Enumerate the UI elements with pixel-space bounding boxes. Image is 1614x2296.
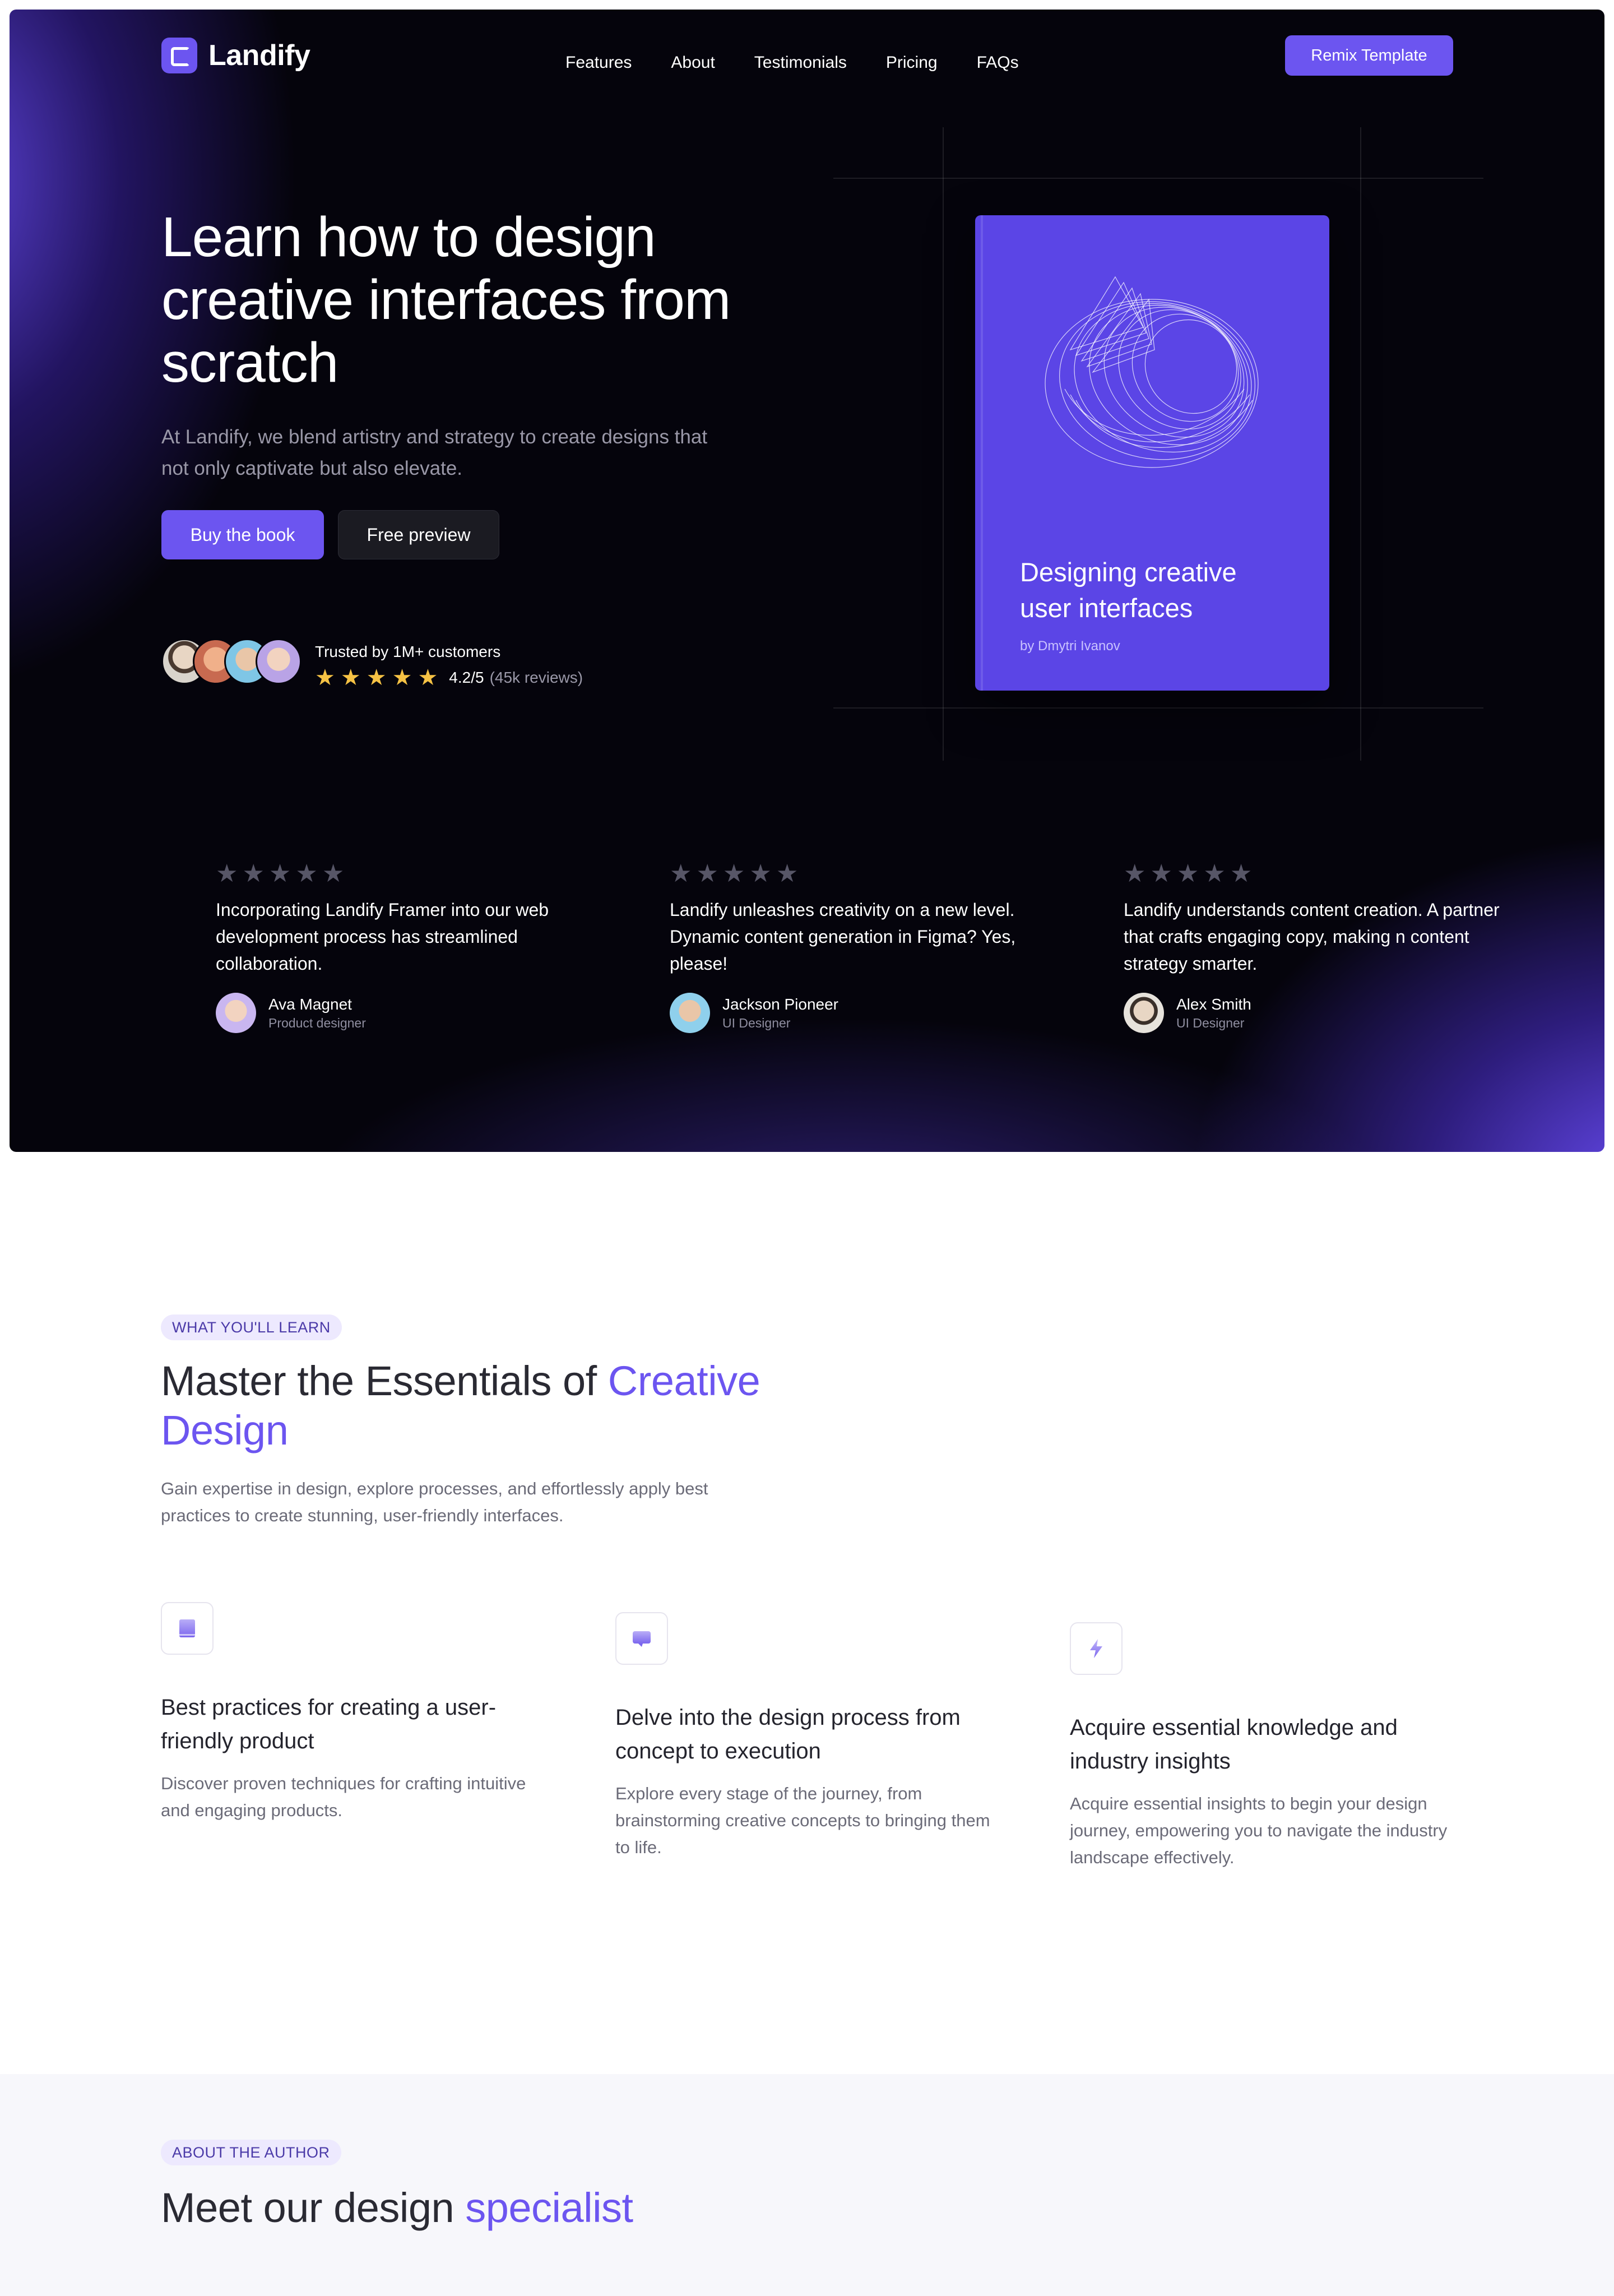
testimonial-card: ★ ★ ★ ★ ★ Landify understands content creati…	[1124, 862, 1505, 1033]
book-icon	[161, 1602, 214, 1655]
testimonial-card: ★ ★ ★ ★ ★ Incorporating Landify Framer into …	[216, 862, 597, 1033]
book-title: Designing creative user interfaces	[1020, 557, 1237, 623]
star-icon: ★	[696, 860, 718, 887]
feature-title: Acquire essential knowledge and industry…	[1070, 1715, 1398, 1774]
testimonial-quote: Landify unleashes creativity on a new le…	[670, 900, 1016, 974]
testimonial-quote: Incorporating Landify Framer into our we…	[216, 900, 549, 974]
grid-line	[1360, 127, 1361, 761]
avatar	[1124, 993, 1164, 1033]
testimonial-role: Product designer	[268, 1015, 366, 1030]
buy-book-button[interactable]: Buy the book	[161, 510, 324, 559]
lightning-icon	[1070, 1622, 1123, 1675]
book-author: by Dmytri Ivanov	[1020, 638, 1120, 654]
hero-subtitle: At Landify, we blend artistry and strate…	[161, 426, 708, 479]
logo-icon	[161, 38, 197, 73]
chat-icon	[615, 1612, 668, 1665]
star-icon: ★	[1150, 860, 1172, 887]
star-icon: ★	[418, 665, 438, 690]
nav-link-testimonials[interactable]: Testimonials	[754, 53, 847, 72]
feature-text: Discover proven techniques for crafting …	[161, 1774, 526, 1820]
grid-line	[943, 127, 944, 761]
title-accent: specialist	[465, 2184, 633, 2231]
star-icon: ★	[1230, 860, 1253, 887]
rating-stars: ★ ★ ★ ★ ★	[216, 862, 597, 886]
grid-line	[833, 707, 1483, 709]
feature-title: Delve into the design process from conce…	[615, 1705, 961, 1763]
section-subtitle: Gain expertise in design, explore proces…	[161, 1479, 708, 1525]
hero-section: Landify Features About Testimonials Pric…	[10, 10, 1604, 1152]
section-title: Master the Essentials of Creative Design	[161, 1357, 833, 1455]
star-icon: ★	[749, 860, 772, 887]
rating-stars: ★ ★ ★ ★ ★	[1124, 862, 1505, 886]
star-icon: ★	[392, 665, 412, 690]
rating-value: 4.2/5	[449, 669, 484, 686]
feature-title: Best practices for creating a user-frien…	[161, 1695, 497, 1753]
nav-link-about[interactable]: About	[671, 53, 715, 72]
hero-title: Learn how to design creative interfaces …	[161, 206, 731, 394]
avatar	[256, 638, 302, 684]
customer-avatars	[161, 638, 306, 684]
star-icon: ★	[268, 860, 291, 887]
brand-name: Landify	[208, 39, 310, 72]
rating-stars: ★ ★ ★ ★ ★	[670, 862, 1051, 886]
avatar	[670, 993, 710, 1033]
star-icon: ★	[670, 860, 692, 887]
testimonial-author: Alex Smith UI Designer	[1124, 993, 1505, 1033]
spiral-art-icon	[1045, 276, 1259, 468]
book-cover: Designing creative user interfaces by Dm…	[975, 215, 1329, 691]
nav-link-pricing[interactable]: Pricing	[886, 53, 938, 72]
testimonial-card: ★ ★ ★ ★ ★ Landify unleashes creativity on a …	[670, 862, 1051, 1033]
star-icon: ★	[1124, 860, 1146, 887]
avatar	[216, 993, 256, 1033]
feature-card: Best practices for creating a user-frien…	[161, 1602, 542, 1824]
star-icon: ★	[722, 860, 745, 887]
star-icon: ★	[295, 860, 318, 887]
nav-link-faqs[interactable]: FAQs	[977, 53, 1019, 72]
testimonial-role: UI Designer	[722, 1015, 791, 1030]
star-icon: ★	[340, 665, 361, 690]
star-icon: ★	[1176, 860, 1199, 887]
top-nav: Landify Features About Testimonials Pric…	[10, 10, 1604, 105]
remix-template-button[interactable]: Remix Template	[1285, 35, 1453, 76]
brand-logo[interactable]: Landify	[161, 38, 310, 73]
testimonial-quote: Landify understands content creation. A …	[1124, 900, 1500, 974]
star-icon: ★	[242, 860, 265, 887]
star-icon: ★	[1203, 860, 1226, 887]
testimonial-name: Ava Magnet	[268, 995, 352, 1013]
free-preview-button[interactable]: Free preview	[338, 510, 499, 559]
nav-link-features[interactable]: Features	[565, 53, 632, 72]
feature-card: Acquire essential knowledge and industry…	[1070, 1622, 1451, 1871]
rating-row: ★ ★ ★ ★ ★ 4.2/5 (45k reviews)	[315, 666, 583, 689]
grid-line	[833, 178, 1483, 179]
feature-card: Delve into the design process from conce…	[615, 1612, 996, 1861]
testimonial-name: Jackson Pioneer	[722, 995, 839, 1013]
testimonial-author: Jackson Pioneer UI Designer	[670, 993, 1051, 1033]
rating-count: (45k reviews)	[489, 669, 583, 686]
title-plain: Master the Essentials of	[161, 1358, 608, 1404]
section-badge: ABOUT THE AUTHOR	[161, 2140, 341, 2165]
testimonial-name: Alex Smith	[1176, 995, 1251, 1013]
section-badge: WHAT YOU'LL LEARN	[161, 1314, 342, 1340]
feature-text: Explore every stage of the journey, from…	[615, 1784, 990, 1857]
nav-links: Features About Testimonials Pricing FAQs	[565, 53, 1019, 72]
star-icon: ★	[366, 665, 387, 690]
feature-text: Acquire essential insights to begin your…	[1070, 1794, 1448, 1867]
star-icon: ★	[776, 860, 799, 887]
star-icon: ★	[322, 860, 345, 887]
trusted-text: Trusted by 1M+ customers	[315, 643, 501, 660]
title-plain: Meet our design	[161, 2184, 466, 2231]
star-icon: ★	[315, 665, 335, 690]
testimonial-author: Ava Magnet Product designer	[216, 993, 597, 1033]
star-icon: ★	[216, 860, 238, 887]
section-title: Meet our design specialist	[161, 2183, 945, 2233]
testimonial-role: UI Designer	[1176, 1015, 1245, 1030]
